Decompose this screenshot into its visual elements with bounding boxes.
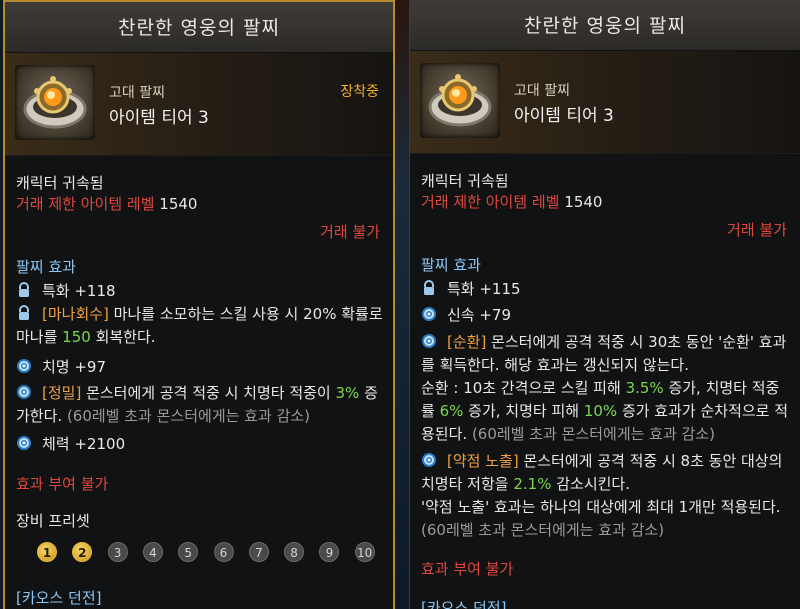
effect-text: 신속 +79 <box>447 306 512 324</box>
effect-note: (60레벨 초과 몬스터에게는 효과 감소) <box>471 425 716 443</box>
tooltip-compare: 찬란한 영웅의 팔찌 고대 팔찌 아이템 티어 3 캐릭터 귀속됨 거래 제한 … <box>409 0 800 609</box>
swirl-icon <box>421 452 439 468</box>
effect-text: 순환 : 10초 간격으로 스킬 피해 <box>421 379 626 397</box>
item-tier: 아이템 티어 3 <box>109 108 209 128</box>
bound-status: 캐릭터 귀속됨 <box>16 174 104 192</box>
preset-slot-9[interactable]: 9 <box>319 542 340 562</box>
lock-icon <box>421 280 439 296</box>
effect-text: 감소시킨다. <box>551 475 630 493</box>
effect-text: 증가, 치명타 피해 <box>463 402 584 420</box>
effect-note: (60레벨 초과 몬스터에게는 효과 감소) <box>421 521 665 539</box>
effect-line: 신속 +79 <box>421 304 793 327</box>
effect-text: 회복한다. <box>90 328 156 346</box>
content-source: [카오스 던전] <box>16 589 102 607</box>
item-name: 찬란한 영웅의 팔찌 <box>410 0 800 51</box>
item-grade: 고대 팔찌 <box>109 85 165 101</box>
no-trade-label: 거래 불가 <box>727 221 787 239</box>
effect-line: 치명 +97 <box>16 356 388 379</box>
bound-status: 캐릭터 귀속됨 <box>421 172 509 190</box>
content-source: [카오스 던전] <box>421 599 507 609</box>
trade-level-value: 1540 <box>564 193 603 211</box>
preset-slot-7[interactable]: 7 <box>248 542 269 562</box>
item-header: 고대 팔찌 아이템 티어 3 <box>410 51 800 154</box>
preset-slot-2[interactable]: 2 <box>72 542 93 562</box>
swirl-icon <box>421 333 439 349</box>
effects-heading: 팔찌 효과 <box>16 258 76 276</box>
preset-slot-4[interactable]: 4 <box>142 542 163 562</box>
effect-text: 특화 +118 <box>42 282 116 300</box>
effect-text: '약점 노출' 효과는 하나의 대상에게 최대 1개만 적용된다. <box>421 498 781 516</box>
effect-line: 체력 +2100 <box>16 433 388 456</box>
background-gap <box>395 0 409 609</box>
effect-value: 150 <box>62 328 91 346</box>
lock-icon <box>16 305 34 321</box>
preset-slot-1[interactable]: 1 <box>37 542 57 562</box>
effect-tag: [약점 노출] <box>447 452 519 470</box>
item-name: 찬란한 영웅의 팔찌 <box>5 2 393 53</box>
no-trade-label: 거래 불가 <box>320 223 380 241</box>
effect-value: 3.5% <box>625 379 664 397</box>
bracelet-icon <box>15 65 95 140</box>
bracelet-icon <box>420 63 500 138</box>
effect-value: 3% <box>335 384 360 402</box>
effect-tag: [마나회수] <box>42 305 109 323</box>
preset-slot-5[interactable]: 5 <box>178 542 199 562</box>
effect-value: 10% <box>583 402 618 420</box>
effect-text: 몬스터에게 공격 적중 시 치명타 적중이 <box>81 384 336 402</box>
item-grade: 고대 팔찌 <box>514 83 570 99</box>
effect-line: 특화 +115 <box>421 278 793 301</box>
effect-line: [약점 노출] 몬스터에게 공격 적중 시 8초 동안 대상의 치명타 저항을 … <box>421 450 793 542</box>
effect-line: 특화 +118 <box>16 280 388 303</box>
equipped-badge: 장착중 <box>340 84 379 100</box>
effect-line: [순환] 몬스터에게 공격 적중 시 30초 동안 '순환' 효과를 획득한다.… <box>421 331 793 446</box>
effect-text: 특화 +115 <box>447 280 521 298</box>
effect-tag: [순환] <box>447 333 487 351</box>
lock-icon <box>16 282 34 298</box>
effect-note: (60레벨 초과 몬스터에게는 효과 감소) <box>66 407 311 425</box>
effect-text: 체력 +2100 <box>42 435 126 453</box>
no-effect-label: 효과 부여 불가 <box>16 475 109 493</box>
trade-level-value: 1540 <box>159 195 198 213</box>
effect-value: 2.1% <box>513 475 552 493</box>
effect-tag: [정밀] <box>42 384 82 402</box>
preset-heading: 장비 프리셋 <box>16 512 90 530</box>
no-effect-label: 효과 부여 불가 <box>421 560 514 578</box>
item-tier: 아이템 티어 3 <box>514 106 614 126</box>
preset-slot-3[interactable]: 3 <box>107 542 128 562</box>
preset-slot-10[interactable]: 10 <box>354 542 375 562</box>
trade-level-label: 거래 제한 아이템 레벨 <box>421 193 560 211</box>
swirl-icon <box>16 384 34 400</box>
swirl-icon <box>16 358 34 374</box>
preset-slot-6[interactable]: 6 <box>213 542 234 562</box>
effect-value: 6% <box>439 402 464 420</box>
trade-level: 거래 제한 아이템 레벨 1540 <box>16 193 197 214</box>
swirl-icon <box>421 306 439 322</box>
trade-level: 거래 제한 아이템 레벨 1540 <box>421 191 602 212</box>
tooltip-equipped: 찬란한 영웅의 팔찌 고대 팔찌 아이템 티어 3 장착중 캐릭터 귀속됨 거래… <box>3 0 395 609</box>
effect-text: 치명 +97 <box>42 358 107 376</box>
trade-level-label: 거래 제한 아이템 레벨 <box>16 195 155 213</box>
item-header: 고대 팔찌 아이템 티어 3 장착중 <box>5 53 393 156</box>
effect-line: [정밀] 몬스터에게 공격 적중 시 치명타 적중이 3% 증가한다. (60레… <box>16 382 388 428</box>
preset-slot-8[interactable]: 8 <box>284 542 305 562</box>
effect-line: [마나회수] 마나를 소모하는 스킬 사용 시 20% 확률로 마나를 150 … <box>16 303 388 349</box>
swirl-icon <box>16 435 34 451</box>
effects-heading: 팔찌 효과 <box>421 256 481 274</box>
